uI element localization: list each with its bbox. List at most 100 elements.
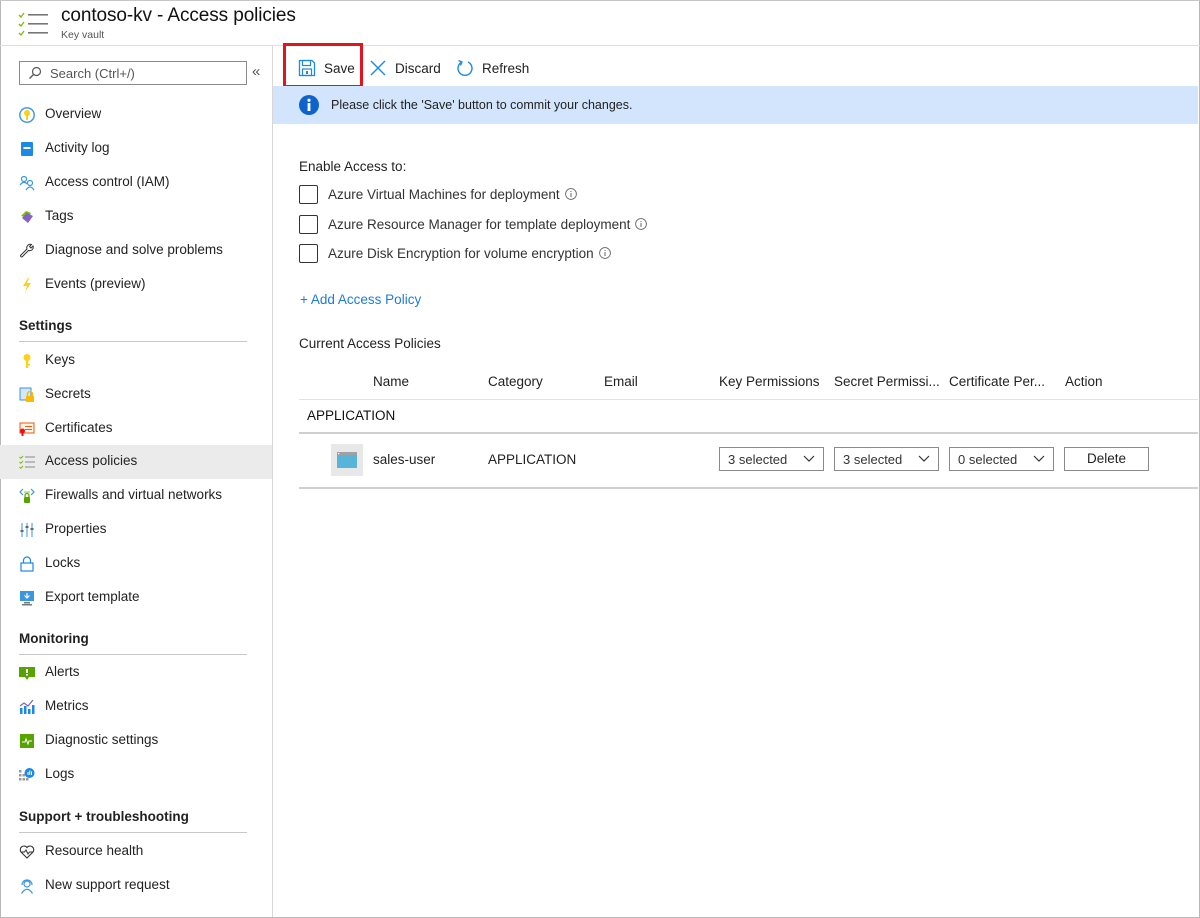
dropdown-value: 3 selected xyxy=(843,452,903,467)
group-label-application: APPLICATION xyxy=(307,408,396,423)
sidebar-item-events[interactable]: Events (preview) xyxy=(0,268,272,302)
sidebar: « Overview Activity log Access control (… xyxy=(0,46,273,917)
overview-icon xyxy=(19,107,35,123)
checkbox[interactable] xyxy=(299,243,318,263)
certificate-permissions-dropdown[interactable]: 0 selected xyxy=(949,447,1054,471)
sidebar-item-resource-health[interactable]: Resource health xyxy=(0,835,272,869)
sidebar-item-access-policies[interactable]: Access policies xyxy=(0,445,272,479)
key-icon xyxy=(23,354,31,368)
collapse-sidebar-button[interactable]: « xyxy=(252,63,260,80)
activity-log-icon xyxy=(21,142,33,156)
sidebar-item-secrets[interactable]: Secrets xyxy=(0,378,272,412)
sidebar-item-label: Properties xyxy=(45,521,107,536)
info-icon xyxy=(299,95,319,115)
save-label: Save xyxy=(324,60,355,76)
sidebar-item-export-template[interactable]: Export template xyxy=(0,581,272,615)
sidebar-item-label: Metrics xyxy=(45,698,89,713)
info-tooltip-icon[interactable] xyxy=(598,247,611,259)
checkbox[interactable] xyxy=(299,214,318,234)
refresh-icon xyxy=(457,59,473,77)
refresh-button[interactable]: Refresh xyxy=(456,54,529,82)
sidebar-item-access-control[interactable]: Access control (IAM) xyxy=(0,166,272,200)
sidebar-search[interactable] xyxy=(19,61,247,85)
column-header-key-permissions[interactable]: Key Permissions xyxy=(719,374,820,389)
section-divider xyxy=(19,832,247,833)
column-header-secret-permissions[interactable]: Secret Permissi... xyxy=(834,374,940,389)
sidebar-item-label: Activity log xyxy=(45,140,110,155)
sidebar-item-tags[interactable]: Tags xyxy=(0,200,272,234)
page-subtitle: Key vault xyxy=(61,29,105,41)
sidebar-item-label: Resource health xyxy=(45,843,144,858)
info-tooltip-icon[interactable] xyxy=(564,188,577,200)
sidebar-item-properties[interactable]: Properties xyxy=(0,513,272,547)
delete-policy-button[interactable]: Delete xyxy=(1064,447,1149,471)
secret-permissions-dropdown[interactable]: 3 selected xyxy=(834,447,939,471)
support-icon xyxy=(20,879,34,894)
tag-icon xyxy=(21,211,33,223)
sidebar-item-alerts[interactable]: Alerts xyxy=(0,656,272,690)
sidebar-item-label: Alerts xyxy=(45,664,80,679)
column-header-email[interactable]: Email xyxy=(604,374,638,389)
alerts-icon xyxy=(19,667,35,680)
row-divider xyxy=(299,487,1198,489)
sidebar-item-diagnostic-settings[interactable]: Diagnostic settings xyxy=(0,724,272,758)
save-button[interactable]: Save xyxy=(298,54,355,82)
save-icon xyxy=(298,59,316,77)
sidebar-item-label: Overview xyxy=(45,106,102,121)
access-policies-icon xyxy=(19,455,35,470)
search-input[interactable] xyxy=(50,64,240,82)
sidebar-item-metrics[interactable]: Metrics xyxy=(0,690,272,724)
checkbox-azure-disk-encryption[interactable]: Azure Disk Encryption for volume encrypt… xyxy=(299,242,611,264)
sidebar-item-label: Tags xyxy=(45,208,74,223)
sidebar-item-locks[interactable]: Locks xyxy=(0,547,272,581)
section-heading-support: Support + troubleshooting xyxy=(19,809,189,824)
properties-icon xyxy=(20,523,34,537)
sidebar-item-label: Access policies xyxy=(45,453,138,468)
group-divider xyxy=(299,432,1198,434)
checkbox-label: Azure Resource Manager for template depl… xyxy=(328,216,631,232)
checkbox[interactable] xyxy=(299,184,318,204)
page-title: contoso-kv - Access policies xyxy=(61,5,296,26)
secrets-icon xyxy=(19,387,34,402)
heart-icon xyxy=(19,845,35,859)
discard-button[interactable]: Discard xyxy=(369,54,441,82)
table-header-divider xyxy=(299,399,1198,400)
chevron-down-icon xyxy=(918,455,930,462)
key-permissions-dropdown[interactable]: 3 selected xyxy=(719,447,824,471)
sidebar-item-logs[interactable]: Logs xyxy=(0,758,272,792)
sidebar-item-keys[interactable]: Keys xyxy=(0,344,272,378)
column-header-category[interactable]: Category xyxy=(488,374,543,389)
sidebar-item-activity-log[interactable]: Activity log xyxy=(0,132,272,166)
sidebar-item-diagnose[interactable]: Diagnose and solve problems xyxy=(0,234,272,268)
chevron-down-icon xyxy=(803,455,815,462)
current-access-policies-label: Current Access Policies xyxy=(299,336,441,351)
search-icon xyxy=(29,66,42,79)
logs-icon xyxy=(19,768,35,781)
sidebar-item-label: Diagnostic settings xyxy=(45,732,159,747)
column-header-action: Action xyxy=(1065,374,1103,389)
column-header-certificate-permissions[interactable]: Certificate Per... xyxy=(949,374,1045,389)
info-tooltip-icon[interactable] xyxy=(635,218,648,230)
command-bar: Save Discard Refresh xyxy=(273,43,1198,88)
sidebar-item-certificates[interactable]: Certificates xyxy=(0,412,272,446)
sidebar-item-new-support-request[interactable]: New support request xyxy=(0,869,272,903)
main-content: Save Discard Refresh Please click the 'S… xyxy=(273,43,1198,917)
discard-label: Discard xyxy=(395,60,441,76)
policy-name: sales-user xyxy=(373,452,436,467)
info-banner: Please click the 'Save' button to commit… xyxy=(273,86,1198,124)
blade-header: contoso-kv - Access policies Key vault xyxy=(0,0,1200,46)
sidebar-item-firewalls[interactable]: Firewalls and virtual networks xyxy=(0,479,272,513)
iam-icon xyxy=(19,175,35,191)
sidebar-item-label: Access control (IAM) xyxy=(45,174,170,189)
chevron-down-icon xyxy=(1033,455,1045,462)
diagnostic-settings-icon xyxy=(20,734,34,748)
checkbox-azure-resource-manager[interactable]: Azure Resource Manager for template depl… xyxy=(299,213,648,235)
sidebar-item-overview[interactable]: Overview xyxy=(0,98,272,132)
sidebar-item-label: Firewalls and virtual networks xyxy=(45,487,223,502)
checkbox-label: Azure Virtual Machines for deployment xyxy=(328,186,560,202)
checkbox-azure-vm-deployment[interactable]: Azure Virtual Machines for deployment xyxy=(299,183,577,205)
dropdown-value: 0 selected xyxy=(958,452,1018,467)
add-access-policy-link[interactable]: + Add Access Policy xyxy=(300,292,421,307)
lightning-icon xyxy=(23,278,31,292)
column-header-name[interactable]: Name xyxy=(373,374,409,389)
